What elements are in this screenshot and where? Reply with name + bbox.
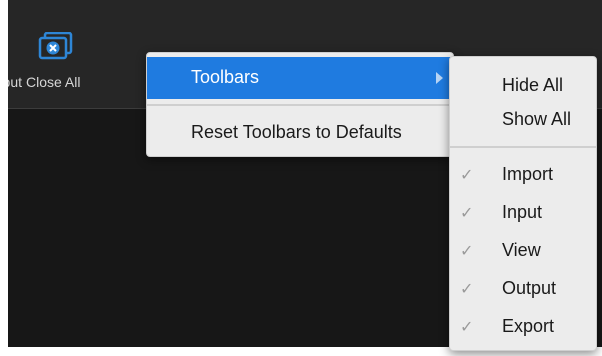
close-all-button-label[interactable]: Close All	[26, 74, 80, 90]
submenu-item-label: Export	[502, 316, 555, 336]
check-icon: ✓	[460, 281, 474, 298]
submenu-item-label: View	[502, 240, 541, 260]
menu-item-reset-toolbars[interactable]: Reset Toolbars to Defaults	[147, 113, 453, 153]
submenu-item-label: Output	[502, 278, 557, 298]
submenu-item-input[interactable]: ✓ Input	[450, 196, 596, 230]
context-menu: Toolbars Reset Toolbars to Defaults	[146, 52, 454, 157]
check-icon: ✓	[460, 167, 474, 184]
submenu-item-label: Hide All	[502, 75, 564, 95]
chevron-right-icon	[436, 72, 443, 84]
submenu-separator	[450, 146, 596, 148]
output-toolbar-button-label[interactable]: Output	[8, 74, 22, 90]
menu-separator	[147, 104, 453, 106]
menu-item-toolbars[interactable]: Toolbars	[147, 57, 453, 99]
submenu-item-label: Import	[502, 164, 554, 184]
toolbars-submenu: Hide All Show All ✓ Import ✓ Input ✓ Vie…	[449, 56, 597, 351]
close-all-icon[interactable]	[38, 32, 74, 60]
check-icon: ✓	[460, 243, 474, 260]
submenu-item-import[interactable]: ✓ Import	[450, 158, 596, 192]
submenu-item-label: Input	[502, 202, 543, 222]
submenu-item-hide-all[interactable]: Hide All	[450, 69, 596, 103]
check-icon: ✓	[460, 205, 474, 222]
menu-item-toolbars-label: Toolbars	[191, 67, 260, 87]
check-icon: ✓	[460, 319, 474, 336]
submenu-item-output[interactable]: ✓ Output	[450, 272, 596, 306]
submenu-item-label: Show All	[502, 109, 572, 129]
submenu-item-view[interactable]: ✓ View	[450, 234, 596, 268]
menu-item-reset-label: Reset Toolbars to Defaults	[191, 122, 402, 142]
submenu-item-export[interactable]: ✓ Export	[450, 310, 596, 344]
submenu-item-show-all[interactable]: Show All	[450, 103, 596, 137]
